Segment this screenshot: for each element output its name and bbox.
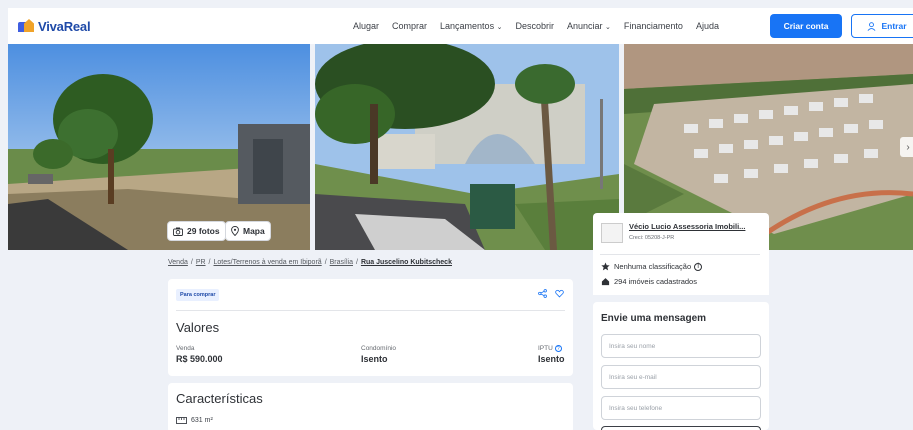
breadcrumb-sep: / — [190, 259, 193, 266]
breadcrumb-sep: / — [324, 259, 327, 266]
logo-icon — [18, 19, 34, 33]
name-input[interactable] — [601, 334, 761, 358]
nav-ajuda[interactable]: Ajuda — [696, 21, 719, 31]
info-icon[interactable]: ? — [554, 345, 562, 352]
agent-properties: 294 imóveis cadastrados — [601, 277, 697, 286]
photos-count-button[interactable]: 29 fotos — [167, 221, 226, 241]
condo-value: Isento — [361, 354, 388, 364]
nav-financiamento[interactable]: Financiamento — [624, 21, 683, 31]
photos-count-label: 29 fotos — [187, 226, 220, 236]
next-input[interactable] — [601, 426, 761, 430]
agent-rating: Nenhuma classificação i — [601, 262, 703, 271]
user-icon — [868, 21, 876, 31]
map-label: Mapa — [243, 226, 265, 236]
heart-icon[interactable] — [555, 289, 564, 298]
chevron-down-icon: ⌄ — [496, 24, 503, 31]
breadcrumb: Venda / PR / Lotes/Terrenos à venda em Ibipo… — [168, 259, 452, 266]
breadcrumb-sep: / — [355, 259, 358, 266]
nav-lancamentos-label: Lançamentos — [440, 21, 495, 31]
values-title: Valores — [176, 320, 220, 335]
create-account-button[interactable]: Criar conta — [770, 14, 842, 38]
breadcrumb-sep: / — [208, 259, 211, 266]
main-nav: Alugar Comprar Lançamentos ⌄ Descobrir A… — [353, 8, 732, 44]
iptu-value: Isento — [538, 354, 565, 364]
login-label: Entrar — [881, 21, 907, 31]
sale-label: Venda — [176, 345, 195, 352]
share-icon[interactable] — [538, 289, 547, 298]
gallery-next-button[interactable]: › — [900, 137, 913, 157]
contact-title: Envie uma mensagem — [601, 313, 707, 324]
area-feature: 631 m² — [176, 417, 213, 424]
agent-logo[interactable] — [601, 223, 623, 243]
nav-lancamentos[interactable]: Lançamentos ⌄ — [440, 21, 502, 31]
top-header: VivaReal Alugar Comprar Lançamentos ⌄ De… — [8, 8, 913, 44]
gallery-photo-entrance[interactable] — [315, 44, 619, 250]
email-input[interactable] — [601, 365, 761, 389]
breadcrumb-brasilia[interactable]: Brasília — [330, 259, 353, 266]
agent-rating-label: Nenhuma classificação — [614, 262, 692, 271]
area-ruler-icon — [176, 417, 187, 424]
agent-properties-label: 294 imóveis cadastrados — [614, 277, 697, 286]
vivareal-logo[interactable]: VivaReal — [18, 18, 91, 34]
condo-label: Condomínio — [361, 345, 397, 352]
gallery-photo-lot[interactable] — [8, 44, 310, 250]
agent-divider — [600, 254, 760, 255]
nav-comprar[interactable]: Comprar — [392, 21, 427, 31]
iptu-label-text: IPTU — [538, 345, 553, 352]
nav-anunciar[interactable]: Anunciar ⌄ — [567, 21, 611, 31]
listing-type-badge: Para comprar — [176, 289, 220, 301]
breadcrumb-venda[interactable]: Venda — [168, 259, 188, 266]
phone-input[interactable] — [601, 396, 761, 420]
location-pin-icon — [231, 226, 239, 236]
breadcrumb-lotes[interactable]: Lotes/Terrenos à venda em Ibiporã — [214, 259, 322, 266]
agent-creci: Creci: 05208-J-PR — [629, 235, 675, 241]
nav-descobrir[interactable]: Descobrir — [515, 21, 554, 31]
camera-icon — [173, 227, 183, 236]
sale-price: R$ 590.000 — [176, 354, 223, 364]
breadcrumb-current[interactable]: Rua Juscelino Kubitscheck — [361, 259, 452, 266]
info-icon[interactable]: i — [694, 262, 703, 271]
login-button[interactable]: Entrar — [851, 14, 913, 38]
logo-text: VivaReal — [38, 18, 91, 34]
area-value: 631 m² — [191, 417, 213, 424]
iptu-label: IPTU ? — [538, 345, 562, 352]
card-divider — [176, 310, 565, 311]
listing-actions — [538, 289, 564, 298]
star-icon — [601, 262, 610, 271]
nav-anunciar-label: Anunciar — [566, 21, 603, 31]
chevron-down-icon: ⌄ — [605, 24, 611, 31]
house-icon — [601, 278, 610, 286]
nav-alugar[interactable]: Alugar — [353, 21, 379, 31]
features-title: Características — [176, 391, 263, 406]
map-button[interactable]: Mapa — [225, 221, 271, 241]
breadcrumb-pr[interactable]: PR — [196, 259, 206, 266]
agent-name-link[interactable]: Vécio Lucio Assessoria Imobili... — [629, 222, 745, 231]
chevron-right-icon: › — [906, 141, 910, 153]
